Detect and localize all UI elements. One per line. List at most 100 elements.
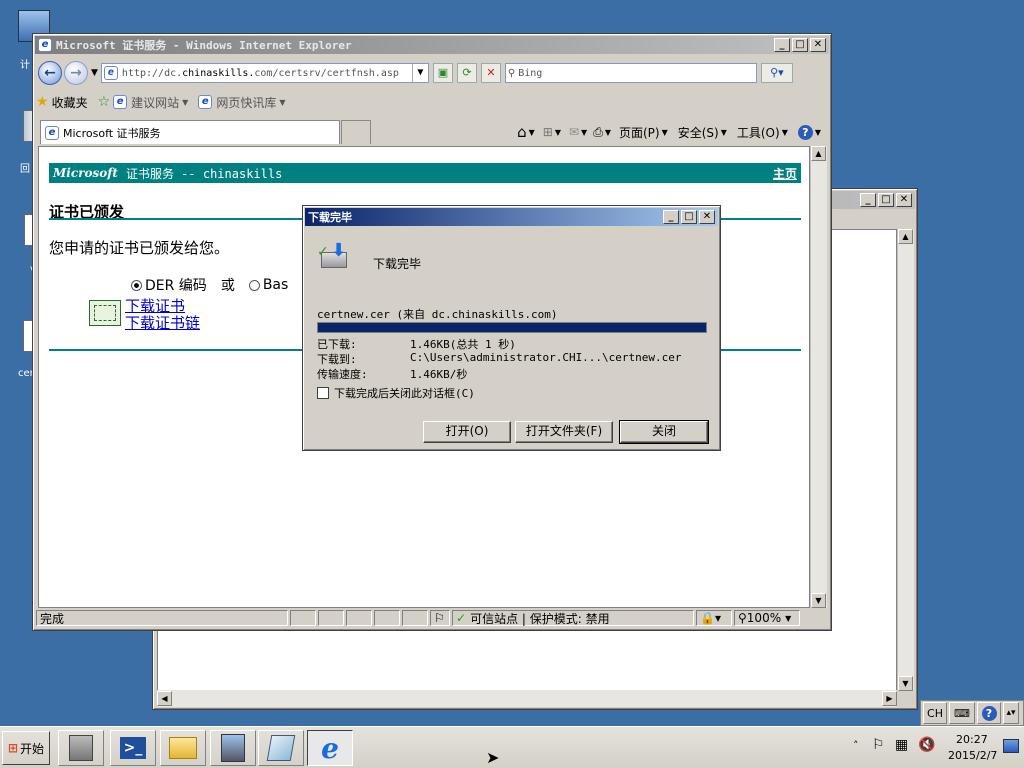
back-arrow-icon[interactable]: ←: [38, 61, 62, 85]
speed-value: 1.46KB/秒: [410, 368, 468, 381]
network-icon[interactable]: ▦: [895, 737, 908, 753]
saved-to-label: 下载到:: [317, 353, 357, 366]
navigation-bar: ← → ▼ e http://dc. chinaskills. com/certsr…: [36, 59, 828, 87]
ie-page-icon: e: [198, 95, 213, 109]
print-button[interactable]: ⎙ ▼: [593, 125, 611, 140]
search-button-icon[interactable]: ⚲▾: [760, 63, 793, 83]
help-icon[interactable]: ?: [977, 702, 1001, 724]
ie-titlebar[interactable]: e Microsoft 证书服务 - Windows Internet Expl…: [35, 36, 829, 54]
zoom-level: 100%: [746, 611, 782, 625]
bg-horizontal-scrollbar[interactable]: ◀ ▶: [157, 690, 897, 707]
dialog-titlebar[interactable]: 下载完毕 _ □ ✕: [305, 208, 718, 226]
ie-close-button[interactable]: ✕: [810, 38, 826, 52]
home-button[interactable]: ⌂ ▼: [517, 123, 535, 141]
language-bar: CH ⌨ ? ▴▾: [920, 700, 1024, 726]
show-hidden-icons[interactable]: ˄: [853, 739, 859, 752]
page-vertical-scrollbar[interactable]: ▲ ▼: [810, 146, 827, 608]
langbar-options-icon[interactable]: ▴▾: [1003, 702, 1019, 724]
scroll-down-icon[interactable]: ▼: [811, 593, 826, 608]
volume-muted-icon[interactable]: 🔇: [918, 737, 935, 753]
open-button[interactable]: 打开(O): [423, 421, 511, 443]
stop-icon[interactable]: ✕: [480, 63, 501, 83]
open-folder-button[interactable]: 打开文件夹(F): [515, 421, 613, 443]
desktop-icon-label: 计: [20, 60, 30, 71]
base64-radio[interactable]: [248, 279, 260, 291]
downloaded-value: 1.46KB(总共 1 秒): [410, 338, 516, 351]
scroll-right-icon[interactable]: ▶: [882, 691, 897, 706]
close-when-done-checkbox[interactable]: [317, 387, 329, 399]
internet-explorer-taskbar-icon[interactable]: e: [307, 730, 353, 766]
status-cell: [290, 610, 316, 626]
chevron-down-icon: ▼: [604, 127, 611, 137]
download-complete-dialog[interactable]: 下载完毕 _ □ ✕ ⬇ ✓ 下载完毕 certnew.cer (来自 dc.c…: [302, 205, 721, 451]
compatibility-view-icon[interactable]: ▣: [432, 63, 453, 83]
security-zone[interactable]: ✓ 可信站点 | 保护模式: 禁用: [452, 610, 694, 626]
file-explorer-icon[interactable]: [160, 730, 206, 766]
suggested-sites-label: 建议网站: [131, 95, 180, 110]
tools-menu[interactable]: 工具(O) ▼: [737, 124, 788, 141]
powershell-icon[interactable]: >_: [110, 730, 156, 766]
keyboard-icon[interactable]: ⌨: [949, 702, 975, 724]
file-source-line: certnew.cer (来自 dc.chinaskills.com): [317, 308, 558, 321]
ms-cert-header: Microsoft 证书服务 -- chinaskills 主页: [49, 163, 801, 183]
dialog-maximize-button[interactable]: □: [681, 210, 697, 224]
safety-menu[interactable]: 安全(S) ▼: [678, 124, 727, 141]
mail-button[interactable]: ✉ ▼: [569, 125, 587, 139]
forward-arrow-icon[interactable]: →: [64, 61, 88, 85]
refresh-icon[interactable]: ⟳: [456, 63, 477, 83]
add-favorite-icon: ☆: [97, 94, 111, 110]
ie-maximize-button[interactable]: □: [792, 38, 808, 52]
bg-close-button[interactable]: ✕: [896, 193, 912, 207]
chevron-down-icon: ▼: [554, 127, 561, 137]
zoom-icon: ⚲: [738, 611, 747, 625]
mail-icon: ✉: [568, 125, 580, 139]
parental-control-icon[interactable]: ⚐: [430, 610, 450, 626]
close-when-done-option[interactable]: 下载完成后关闭此对话框(C): [317, 385, 475, 401]
certificate-icon: [89, 300, 121, 326]
saved-to-value: C:\Users\administrator.CHI...\certnew.ce…: [410, 351, 682, 364]
scroll-left-icon[interactable]: ◀: [157, 691, 172, 706]
notepad-icon[interactable]: [258, 730, 304, 766]
chevron-down-icon: ▼: [814, 127, 821, 137]
download-chain-link[interactable]: 下载证书链: [125, 312, 200, 333]
server-tools-icon[interactable]: [210, 730, 256, 766]
address-dropdown-icon[interactable]: ▼: [411, 64, 428, 82]
dialog-minimize-button[interactable]: _: [663, 210, 679, 224]
chevron-down-icon: ▼: [720, 127, 727, 137]
web-slice-gallery-button[interactable]: e 网页快讯库 ▼: [198, 94, 285, 111]
action-center-flag-icon[interactable]: ⚐: [872, 737, 885, 753]
show-desktop-icon[interactable]: [1003, 739, 1019, 753]
scroll-down-icon[interactable]: ▼: [898, 676, 913, 691]
help-button[interactable]: ? ▼: [797, 124, 821, 140]
bg-vertical-scrollbar[interactable]: ▲ ▼: [897, 229, 914, 691]
web-slice-label: 网页快讯库: [216, 95, 277, 110]
tab-ms-cert-services[interactable]: e Microsoft 证书服务: [40, 120, 340, 144]
favorites-button[interactable]: ★ 收藏夹: [36, 94, 88, 111]
language-indicator[interactable]: CH: [923, 702, 947, 724]
scroll-up-icon[interactable]: ▲: [898, 229, 913, 244]
start-button[interactable]: ⊞ 开始: [2, 731, 50, 765]
feeds-button[interactable]: ⊞ ▼: [543, 125, 561, 139]
clock-time[interactable]: 20:27: [956, 733, 988, 746]
clock-date[interactable]: 2015/2/7: [948, 749, 997, 762]
bg-maximize-button[interactable]: □: [878, 193, 894, 207]
suggested-sites-button[interactable]: ☆ e 建议网站 ▼: [98, 94, 189, 111]
protected-mode-icon[interactable]: 🔒▾: [696, 610, 732, 626]
search-box[interactable]: ⚲ Bing: [504, 63, 757, 83]
zoom-control[interactable]: ⚲ 100% ▼: [734, 610, 800, 626]
close-button[interactable]: 关闭: [619, 420, 709, 444]
scroll-up-icon[interactable]: ▲: [811, 146, 826, 161]
server-manager-icon[interactable]: [58, 730, 104, 766]
dialog-close-x-button[interactable]: ✕: [699, 210, 715, 224]
recent-pages-chevron-icon[interactable]: ▼: [91, 68, 98, 78]
page-menu[interactable]: 页面(P) ▼: [619, 124, 668, 141]
new-tab-button[interactable]: [341, 120, 371, 144]
status-cell: [318, 610, 344, 626]
bg-minimize-button[interactable]: _: [860, 193, 876, 207]
address-bar[interactable]: e http://dc. chinaskills. com/certsrv/cert…: [100, 63, 429, 83]
ie-minimize-button[interactable]: _: [774, 38, 790, 52]
home-link[interactable]: 主页: [773, 165, 797, 182]
der-radio[interactable]: [131, 279, 142, 291]
address-domain: chinaskills.: [182, 67, 255, 79]
tools-menu-label: 工具(O): [736, 125, 780, 140]
